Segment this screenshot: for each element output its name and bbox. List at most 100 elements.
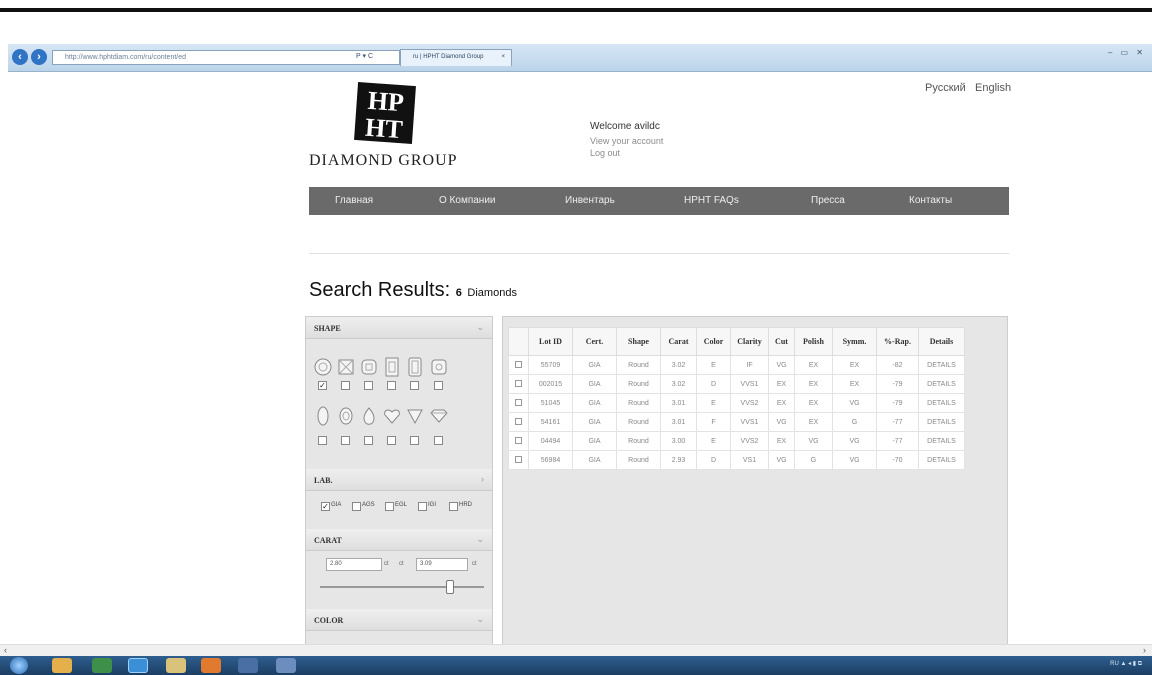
logo-mark[interactable]: HP HT: [352, 82, 418, 144]
browser-tab[interactable]: ru | HPHT Diamond Group ×: [400, 49, 512, 66]
color-filter-header[interactable]: COLOR ⌄: [306, 609, 492, 631]
system-tray[interactable]: RU ▲ ◂ ▮ ⧉: [1110, 660, 1142, 668]
emerald-checkbox[interactable]: [410, 381, 419, 390]
lab-filter-header[interactable]: LAB. ›: [306, 469, 492, 491]
logout-link[interactable]: Log out: [590, 148, 620, 158]
col-symm[interactable]: Symm.: [832, 327, 877, 356]
col-polish[interactable]: Polish: [794, 327, 833, 356]
word-taskbar-icon[interactable]: [276, 658, 296, 673]
tab-close-icon[interactable]: ×: [501, 50, 505, 65]
marquise-shape-icon[interactable]: [314, 406, 332, 426]
address-controls[interactable]: P ▾ C: [356, 50, 373, 63]
chevron-down-icon[interactable]: ⌄: [476, 534, 484, 545]
emerald-shape-icon[interactable]: [406, 357, 424, 377]
forward-icon[interactable]: ›: [31, 49, 47, 65]
row-checkbox[interactable]: [508, 412, 529, 432]
cushion-shape-icon[interactable]: [360, 357, 378, 377]
carat-to-input[interactable]: 3.09: [416, 558, 468, 571]
round-checkbox[interactable]: ✓: [318, 381, 327, 390]
cell-details-link[interactable]: DETAILS: [918, 374, 965, 394]
asscher-checkbox[interactable]: [434, 381, 443, 390]
triangle-shape-icon[interactable]: [430, 406, 448, 426]
carat-filter-header[interactable]: CARAT ⌄: [306, 529, 492, 551]
cell-details-link[interactable]: DETAILS: [918, 355, 965, 375]
col-lot-id[interactable]: Lot ID: [528, 327, 573, 356]
window-controls[interactable]: – ▭ ✕: [1108, 48, 1146, 57]
chevron-down-icon[interactable]: ⌄: [476, 614, 484, 625]
princess-checkbox[interactable]: [341, 381, 350, 390]
radiant-checkbox[interactable]: [387, 381, 396, 390]
logo-text[interactable]: DIAMOND GROUP: [309, 152, 458, 170]
row-checkbox[interactable]: [508, 431, 529, 451]
horizontal-scrollbar[interactable]: ‹ ›: [0, 644, 1152, 656]
radiant-shape-icon[interactable]: [383, 357, 401, 377]
pear-checkbox[interactable]: [364, 436, 373, 445]
col-carat[interactable]: Carat: [660, 327, 697, 356]
marquise-checkbox[interactable]: [318, 436, 327, 445]
asscher-shape-icon[interactable]: [430, 357, 448, 377]
col-shape[interactable]: Shape: [616, 327, 661, 356]
cell-details-link[interactable]: DETAILS: [918, 431, 965, 451]
lab-igi-checkbox[interactable]: [418, 502, 427, 511]
carat-slider-track[interactable]: [320, 586, 484, 588]
cell-cert-link[interactable]: GIA: [572, 412, 617, 432]
lab-hrd-checkbox[interactable]: [449, 502, 458, 511]
col-color[interactable]: Color: [696, 327, 731, 356]
chevron-down-icon[interactable]: ⌄: [476, 322, 484, 333]
app-taskbar-icon[interactable]: [238, 658, 258, 673]
menu-item-press[interactable]: Пресса: [811, 195, 845, 206]
menu-item-inventory[interactable]: Инвентарь: [565, 195, 615, 206]
browser-taskbar-icon[interactable]: [128, 658, 148, 673]
cell-details-link[interactable]: DETAILS: [918, 393, 965, 413]
lab-egl-checkbox[interactable]: [385, 502, 394, 511]
folder-taskbar-icon[interactable]: [166, 658, 186, 673]
shape-filter-header[interactable]: SHAPE ⌄: [306, 317, 492, 339]
scroll-right-icon[interactable]: ›: [1143, 645, 1146, 655]
back-icon[interactable]: ‹: [12, 49, 28, 65]
view-account-link[interactable]: View your account: [590, 136, 663, 146]
oval-checkbox[interactable]: [341, 436, 350, 445]
col-cut[interactable]: Cut: [768, 327, 795, 356]
col-clarity[interactable]: Clarity: [730, 327, 769, 356]
menu-item-about[interactable]: О Компании: [439, 195, 496, 206]
excel-taskbar-icon[interactable]: [92, 658, 112, 673]
row-checkbox[interactable]: [508, 374, 529, 394]
lab-gia-checkbox[interactable]: ✓: [321, 502, 330, 511]
media-taskbar-icon[interactable]: [201, 658, 221, 673]
cushion-checkbox[interactable]: [364, 381, 373, 390]
carat-slider-handle[interactable]: [446, 580, 454, 594]
cell-cert-link[interactable]: GIA: [572, 355, 617, 375]
round-shape-icon[interactable]: [314, 357, 332, 377]
row-checkbox[interactable]: [508, 450, 529, 470]
explorer-taskbar-icon[interactable]: [52, 658, 72, 673]
cell-details-link[interactable]: DETAILS: [918, 450, 965, 470]
menu-item-home[interactable]: Главная: [335, 195, 373, 206]
lang-en-link[interactable]: English: [975, 82, 1011, 94]
heart-checkbox[interactable]: [387, 436, 396, 445]
menu-item-faqs[interactable]: HPHT FAQs: [684, 195, 739, 206]
cell-cert-link[interactable]: GIA: [572, 393, 617, 413]
scroll-left-icon[interactable]: ‹: [4, 645, 7, 655]
trillion-shape-icon[interactable]: [406, 406, 424, 426]
pear-shape-icon[interactable]: [360, 406, 378, 426]
carat-from-input[interactable]: 2.80: [326, 558, 382, 571]
col-cert[interactable]: Cert.: [572, 327, 617, 356]
start-button-icon[interactable]: [10, 657, 28, 674]
cell-cert-link[interactable]: GIA: [572, 450, 617, 470]
row-checkbox[interactable]: [508, 393, 529, 413]
cell-cert-link[interactable]: GIA: [572, 374, 617, 394]
princess-shape-icon[interactable]: [337, 357, 355, 377]
row-checkbox[interactable]: [508, 355, 529, 375]
cell-cert-link[interactable]: GIA: [572, 431, 617, 451]
oval-shape-icon[interactable]: [337, 406, 355, 426]
heart-shape-icon[interactable]: [383, 406, 401, 426]
lang-ru-link[interactable]: Русский: [925, 82, 966, 94]
menu-item-contacts[interactable]: Контакты: [909, 195, 952, 206]
triangle-checkbox[interactable]: [434, 436, 443, 445]
trillion-checkbox[interactable]: [410, 436, 419, 445]
col-rap[interactable]: %-Rap.: [876, 327, 919, 356]
chevron-right-icon[interactable]: ›: [481, 474, 484, 484]
address-bar[interactable]: http://www.hphtdiam.com/ru/content/ed: [52, 50, 400, 65]
cell-details-link[interactable]: DETAILS: [918, 412, 965, 432]
lab-ags-checkbox[interactable]: [352, 502, 361, 511]
